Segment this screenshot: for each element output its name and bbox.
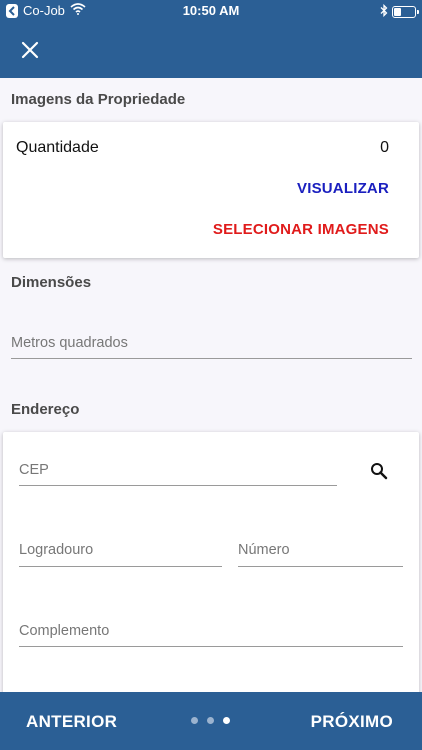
address-section-title: Endereço — [11, 401, 80, 418]
address-card — [3, 432, 419, 702]
search-icon — [371, 463, 388, 480]
images-section-title: Imagens da Propriedade — [11, 91, 186, 108]
pager-bar: ANTERIOR PRÓXIMO — [0, 692, 422, 750]
previous-button[interactable]: ANTERIOR — [26, 712, 117, 732]
page-dot — [207, 717, 214, 724]
status-right — [380, 3, 419, 20]
images-card: Quantidade 0 VISUALIZAR SELECIONAR IMAGE… — [3, 122, 419, 258]
select-images-button[interactable]: SELECIONAR IMAGENS — [213, 221, 389, 238]
square-meters-underline — [11, 358, 412, 359]
complement-placeholder: Complemento — [19, 623, 110, 639]
square-meters-placeholder: Metros quadrados — [11, 335, 128, 351]
page-dot — [191, 717, 198, 724]
complement-underline — [19, 646, 403, 647]
cep-placeholder: CEP — [19, 462, 49, 478]
close-button[interactable] — [16, 36, 44, 64]
view-images-button[interactable]: VISUALIZAR — [297, 180, 389, 197]
number-placeholder: Número — [238, 542, 290, 558]
street-placeholder: Logradouro — [19, 542, 94, 558]
quantity-label: Quantidade — [16, 139, 99, 156]
bluetooth-icon — [380, 3, 388, 20]
app-bar — [0, 22, 422, 78]
status-time: 10:50 AM — [182, 3, 240, 18]
number-underline — [238, 566, 403, 567]
battery-icon — [392, 6, 419, 18]
dimensions-section-title: Dimensões — [11, 274, 92, 291]
status-bar: Co-Job 10:50 AM — [0, 0, 422, 22]
close-icon — [21, 41, 39, 59]
search-cep-button[interactable] — [370, 462, 388, 480]
quantity-value: 0 — [380, 139, 389, 156]
page-dot — [223, 717, 230, 724]
page-indicator — [191, 717, 230, 724]
cep-underline — [19, 485, 337, 486]
next-button[interactable]: PRÓXIMO — [311, 712, 393, 732]
street-underline — [19, 566, 222, 567]
